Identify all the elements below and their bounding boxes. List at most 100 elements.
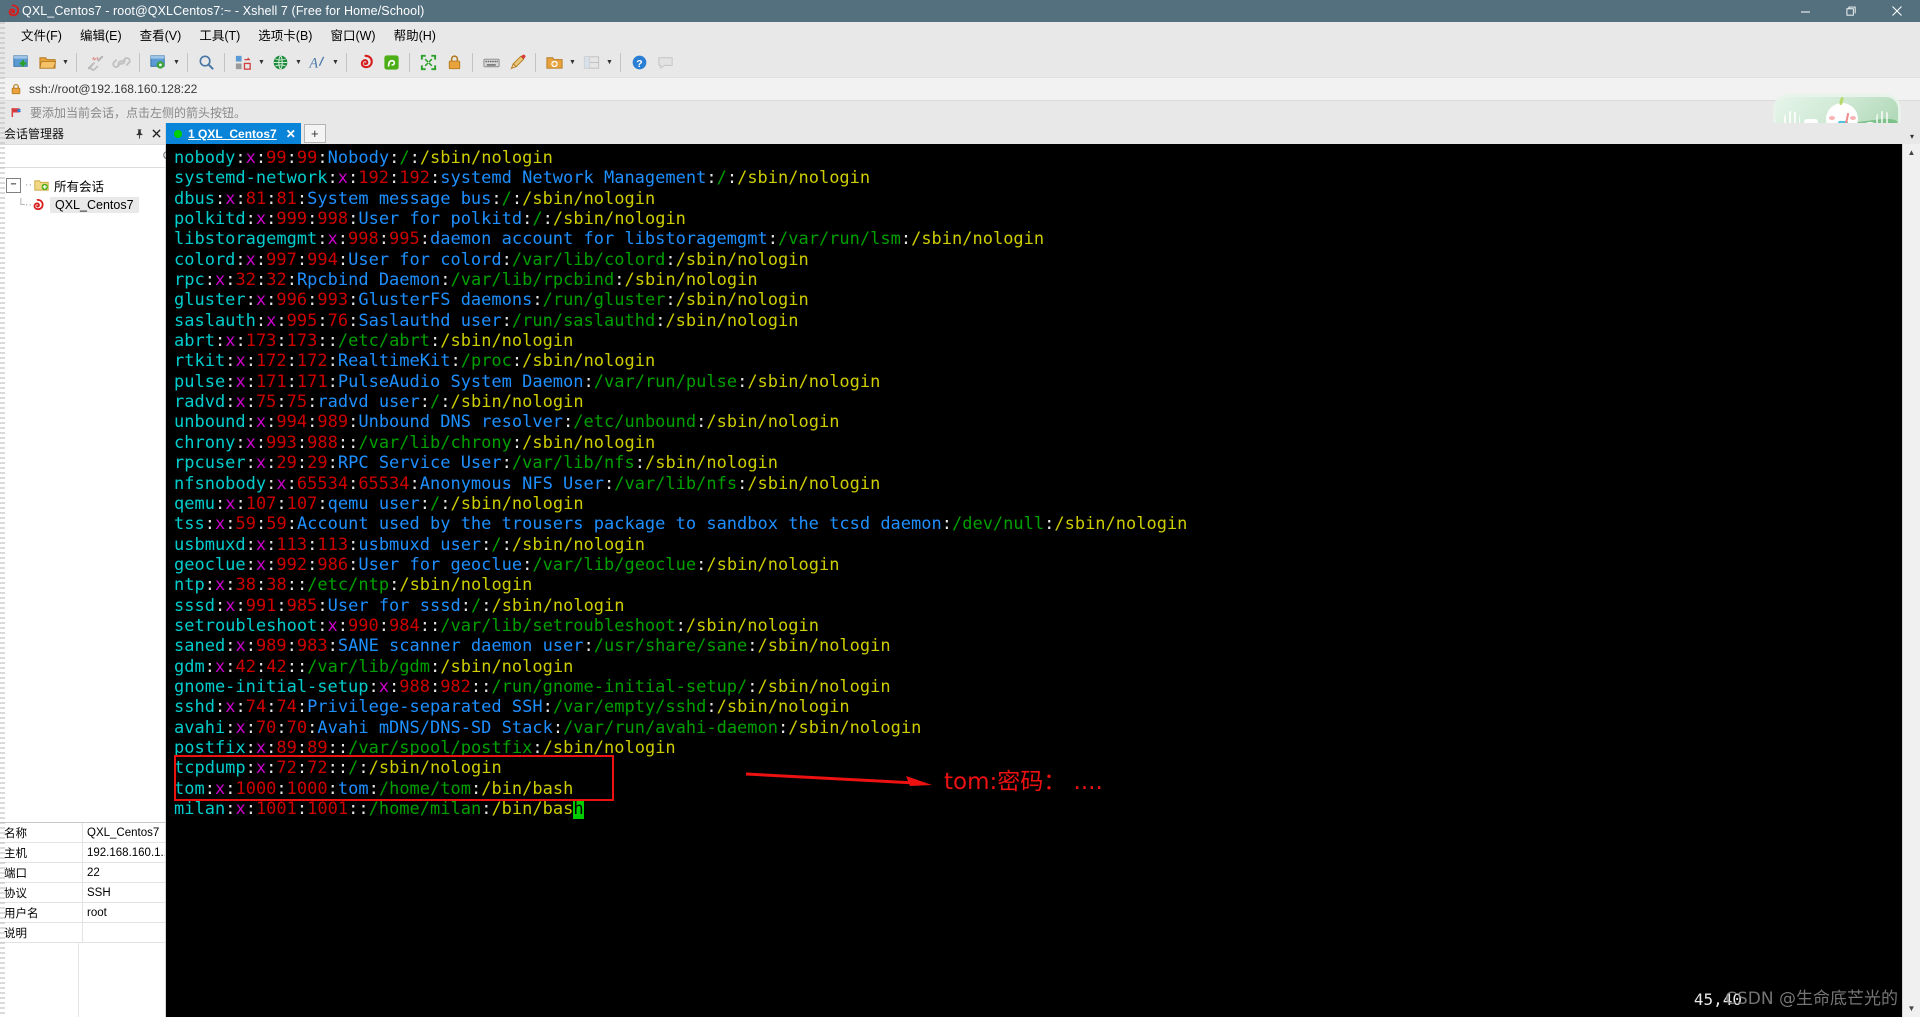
scroll-up-button[interactable]: ▲ <box>1903 144 1920 161</box>
add-folder-dropdown-icon[interactable]: ▼ <box>567 50 578 74</box>
property-key: 用户名 <box>0 903 83 922</box>
web-transfer-dropdown-icon[interactable]: ▼ <box>293 50 304 74</box>
red-flag-icon <box>10 106 23 119</box>
menu-window[interactable]: 窗口(W) <box>321 22 384 47</box>
menu-tab[interactable]: 选项卡(B) <box>249 22 321 47</box>
layout-dropdown-icon[interactable]: ▼ <box>256 50 267 74</box>
minimize-button[interactable] <box>1782 0 1828 22</box>
terminal-screen[interactable]: nobody:x:99:99:Nobody:/:/sbin/nologin sys… <box>166 144 1902 1017</box>
tab-list-dropdown-icon[interactable]: ▾ <box>1910 132 1914 141</box>
xshell-app-icon <box>2 0 22 22</box>
close-button[interactable] <box>1874 0 1920 22</box>
toolbar-separator <box>472 52 473 72</box>
close-panel-icon[interactable] <box>148 124 165 143</box>
feedback-icon[interactable] <box>653 50 677 74</box>
session-properties-dropdown-icon[interactable]: ▼ <box>171 50 182 74</box>
property-row: 说明 <box>0 923 165 943</box>
pin-panel-icon[interactable] <box>131 124 148 143</box>
terminal-line: saned:x:989:983:SANE scanner daemon user… <box>174 636 891 657</box>
open-session-icon[interactable] <box>35 50 59 74</box>
session-properties-icon[interactable] <box>146 50 170 74</box>
highlight-icon[interactable] <box>505 50 529 74</box>
web-transfer-icon[interactable] <box>268 50 292 74</box>
terminal-line: saslauth:x:995:76:Saslauthd user:/run/sa… <box>174 310 799 331</box>
session-search-row[interactable] <box>0 144 174 168</box>
session-manager-panel: 会话管理器 − ·· 所有会话 └·· QXL_Centos7 名称 QXL_C… <box>0 123 174 1017</box>
folder-icon <box>34 179 49 192</box>
terminal-line: usbmuxd:x:113:113:usbmuxd user:/:/sbin/n… <box>174 534 645 555</box>
session-manager-title: 会话管理器 <box>4 127 65 141</box>
help-icon[interactable]: ? <box>627 50 651 74</box>
property-value: SSH <box>87 886 111 899</box>
address-bar[interactable]: ssh://root@192.168.160.128:22 <box>0 77 1920 101</box>
menu-tools[interactable]: 工具(T) <box>190 22 249 47</box>
fullscreen-icon[interactable] <box>416 50 440 74</box>
terminal-line: milan:x:1001:1001::/home/milan:/bin/bash <box>174 799 584 819</box>
menu-help[interactable]: 帮助(H) <box>385 22 445 47</box>
terminal-line: tcpdump:x:72:72::/:/sbin/nologin <box>174 758 502 779</box>
tree-node-all-sessions[interactable]: − ·· 所有会话 <box>0 175 165 195</box>
xftp-icon[interactable] <box>379 50 403 74</box>
tree-connector: ·· <box>24 179 33 191</box>
menu-file[interactable]: 文件(F) <box>12 22 71 47</box>
split-view-icon[interactable] <box>579 50 603 74</box>
disconnect-icon[interactable] <box>83 50 107 74</box>
toolbar-separator <box>620 52 621 72</box>
tab-label: 1 QXL_Centos7 <box>188 126 277 141</box>
split-view-dropdown-icon[interactable]: ▼ <box>604 50 615 74</box>
property-key: 端口 <box>0 863 83 882</box>
tree-expander-icon[interactable]: − <box>6 177 21 193</box>
new-session-icon[interactable] <box>9 50 33 74</box>
toolbar-separator <box>535 52 536 72</box>
terminal-line: radvd:x:75:75:radvd user:/:/sbin/nologin <box>174 392 584 413</box>
xshell-session-icon <box>30 198 45 213</box>
tab-close-icon[interactable]: ✕ <box>286 128 296 140</box>
session-search-input[interactable] <box>0 148 162 164</box>
tab-status-dot <box>174 129 182 138</box>
font-dropdown-icon[interactable]: ▼ <box>330 50 341 74</box>
terminal-scrollbar[interactable]: ▲ ▼ <box>1902 144 1920 1017</box>
add-folder-icon[interactable] <box>542 50 566 74</box>
new-tab-button[interactable]: + <box>303 124 326 143</box>
svg-text:A: A <box>308 55 318 71</box>
property-value: 22 <box>87 866 100 879</box>
layout-icon[interactable] <box>231 50 255 74</box>
terminal-line: pulse:x:171:171:PulseAudio System Daemon… <box>174 371 881 392</box>
menu-edit[interactable]: 编辑(E) <box>71 22 131 47</box>
terminal-area: nobody:x:99:99:Nobody:/:/sbin/nologin sys… <box>166 144 1920 1017</box>
property-key: 主机 <box>0 843 83 862</box>
toolbar-separator <box>224 52 225 72</box>
title-bar: QXL_Centos7 - root@QXLCentos7:~ - Xshell… <box>0 0 1920 22</box>
session-properties-grid: 名称 QXL_Centos7 主机 192.168.160.1... 端口 22… <box>0 822 165 1017</box>
font-icon[interactable]: A <box>305 50 329 74</box>
terminal-line: rpcuser:x:29:29:RPC Service User:/var/li… <box>174 453 779 474</box>
terminal-line: postfix:x:89:89::/var/spool/postfix:/sbi… <box>174 737 676 758</box>
property-row: 主机 192.168.160.1... <box>0 843 165 863</box>
window-controls <box>1782 0 1920 22</box>
scrollbar-track[interactable] <box>1903 161 1920 1000</box>
scroll-down-button[interactable]: ▼ <box>1903 1000 1920 1017</box>
tab-bar: 1 QXL_Centos7 ✕ + ▾ <box>166 123 1920 144</box>
terminal-line: sshd:x:74:74:Privilege-separated SSH:/va… <box>174 697 850 718</box>
maximize-button[interactable] <box>1828 0 1874 22</box>
toolbar-separator <box>346 52 347 72</box>
property-value <box>83 923 165 942</box>
terminal-line: ntp:x:38:38::/etc/ntp:/sbin/nologin <box>174 575 533 596</box>
keyboard-icon[interactable] <box>479 50 503 74</box>
property-key: 名称 <box>0 823 83 842</box>
hint-bar: 要添加当前会话，点击左侧的箭头按钮。 <box>0 101 1920 123</box>
find-icon[interactable] <box>194 50 218 74</box>
toolbar-separator <box>76 52 77 72</box>
menu-view[interactable]: 查看(V) <box>131 22 191 47</box>
xshell-icon[interactable] <box>353 50 377 74</box>
property-key: 说明 <box>0 923 83 942</box>
property-row: 端口 22 <box>0 863 165 883</box>
tab-qxl-centos7[interactable]: 1 QXL_Centos7 ✕ <box>166 123 301 144</box>
terminal-line: polkitd:x:999:998:User for polkitd:/:/sb… <box>174 209 686 230</box>
reconnect-icon[interactable] <box>109 50 133 74</box>
window-edge-grip <box>0 22 5 1017</box>
menu-bar: 文件(F) 编辑(E) 查看(V) 工具(T) 选项卡(B) 窗口(W) 帮助(… <box>0 22 1920 47</box>
open-session-dropdown-icon[interactable]: ▼ <box>60 50 71 74</box>
lock-session-icon[interactable] <box>442 50 466 74</box>
tree-node-session[interactable]: └·· QXL_Centos7 <box>0 195 165 215</box>
